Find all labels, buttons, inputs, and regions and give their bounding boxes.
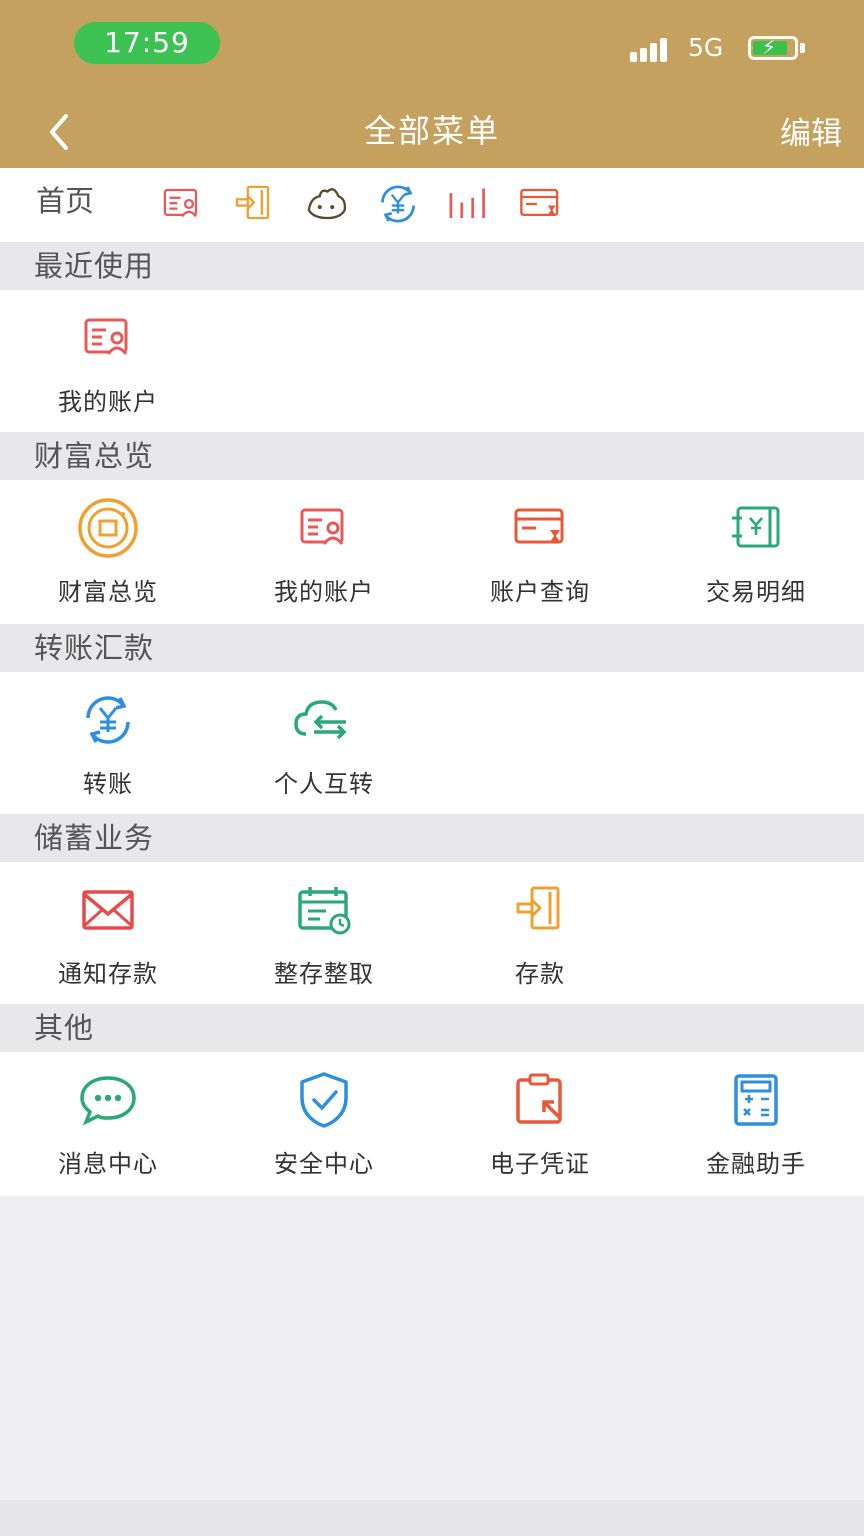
section-header: 其他 bbox=[0, 1004, 864, 1052]
account-icon bbox=[72, 302, 144, 374]
home-shortcut-account-icon[interactable] bbox=[154, 176, 210, 232]
home-label: 首页 bbox=[36, 184, 95, 218]
menu-item[interactable]: 交易明细 bbox=[648, 480, 864, 624]
menu-item[interactable]: 安全中心 bbox=[216, 1052, 432, 1196]
page-title: 全部菜单 bbox=[363, 112, 500, 150]
menu-item[interactable]: 我的账户 bbox=[0, 290, 216, 434]
top-bar: 17:59 5G ⚡ 全部菜单 编辑 bbox=[0, 0, 864, 168]
menu-item[interactable]: 消息中心 bbox=[0, 1052, 216, 1196]
menu-item-label: 整存整取 bbox=[274, 960, 374, 988]
menu-item[interactable]: 财富总览 bbox=[0, 480, 216, 624]
menu-item-label: 金融助手 bbox=[706, 1150, 806, 1178]
bottom-strip bbox=[0, 1500, 864, 1536]
menu-item[interactable]: 我的账户 bbox=[216, 480, 432, 624]
home-shortcut-chart-bars-icon[interactable] bbox=[440, 176, 496, 232]
menu-item-label: 个人互转 bbox=[274, 770, 374, 798]
section-grid: 转账 个人互转 bbox=[0, 672, 864, 816]
network-type: 5G bbox=[688, 33, 724, 62]
section-header: 最近使用 bbox=[0, 242, 864, 290]
menu-item[interactable]: 存款 bbox=[432, 862, 648, 1006]
home-shortcut-deposit-icon[interactable] bbox=[226, 176, 282, 232]
home-shortcut-transfer-icon[interactable] bbox=[370, 176, 426, 232]
security-icon bbox=[288, 1064, 360, 1136]
menu-item-label: 转账 bbox=[83, 770, 133, 798]
fixed-deposit-icon bbox=[288, 874, 360, 946]
menu-item[interactable]: 金融助手 bbox=[648, 1052, 864, 1196]
menu-item[interactable]: 转账 bbox=[0, 672, 216, 816]
transfer-icon bbox=[381, 185, 415, 223]
battery-cap bbox=[800, 43, 805, 53]
home-shortcuts-row: 首页 bbox=[0, 168, 864, 242]
account-query-icon bbox=[504, 492, 576, 564]
chevron-left-icon bbox=[50, 114, 68, 150]
personal-transfer-icon bbox=[288, 684, 360, 756]
notice-deposit-icon bbox=[72, 874, 144, 946]
deposit-icon bbox=[235, 185, 270, 220]
account-icon bbox=[288, 492, 360, 564]
chart-bars-icon bbox=[449, 188, 485, 218]
section-header: 转账汇款 bbox=[0, 624, 864, 672]
section-header: 财富总览 bbox=[0, 432, 864, 480]
wealth-face-icon bbox=[307, 188, 347, 220]
menu-item[interactable]: 账户查询 bbox=[432, 480, 648, 624]
menu-item[interactable]: 电子凭证 bbox=[432, 1052, 648, 1196]
menu-item-label: 财富总览 bbox=[58, 578, 158, 606]
menu-item[interactable]: 整存整取 bbox=[216, 862, 432, 1006]
back-button[interactable] bbox=[42, 108, 84, 156]
e-voucher-icon bbox=[504, 1064, 576, 1136]
section-grid: 财富总览 我的账户 账户查询 交易明细 bbox=[0, 480, 864, 624]
menu-item-label: 消息中心 bbox=[58, 1150, 158, 1178]
deposit-icon bbox=[504, 874, 576, 946]
section-grid: 我的账户 bbox=[0, 290, 864, 434]
account-icon bbox=[163, 188, 198, 218]
menu-item-label: 我的账户 bbox=[274, 578, 374, 606]
menu-item[interactable]: 通知存款 bbox=[0, 862, 216, 1006]
menu-item-label: 交易明细 bbox=[706, 578, 806, 606]
status-time: 17:59 bbox=[74, 22, 220, 64]
menu-item-label: 存款 bbox=[515, 960, 565, 988]
section-grid: 消息中心 安全中心 电子凭证 金融助手 bbox=[0, 1052, 864, 1196]
empty-area bbox=[0, 1196, 864, 1536]
home-shortcut-account-query-icon[interactable] bbox=[512, 176, 568, 232]
menu-item[interactable]: 个人互转 bbox=[216, 672, 432, 816]
account-query-icon bbox=[520, 188, 559, 217]
edit-button[interactable]: 编辑 bbox=[780, 108, 842, 153]
transfer-icon bbox=[72, 684, 144, 756]
menu-item-label: 安全中心 bbox=[274, 1150, 374, 1178]
menu-item-label: 我的账户 bbox=[58, 388, 158, 416]
section-grid: 通知存款 整存整取 存款 bbox=[0, 862, 864, 1006]
menu-item-label: 账户查询 bbox=[490, 578, 590, 606]
wealth-overview-icon bbox=[72, 492, 144, 564]
charging-icon: ⚡ bbox=[762, 35, 777, 59]
calculator-icon bbox=[720, 1064, 792, 1136]
message-icon bbox=[72, 1064, 144, 1136]
signal-icon bbox=[630, 36, 676, 62]
home-shortcut-wealth-face-icon[interactable] bbox=[298, 176, 354, 232]
transaction-detail-icon bbox=[720, 492, 792, 564]
section-header: 储蓄业务 bbox=[0, 814, 864, 862]
menu-item-label: 通知存款 bbox=[58, 960, 158, 988]
menu-item-label: 电子凭证 bbox=[490, 1150, 590, 1178]
